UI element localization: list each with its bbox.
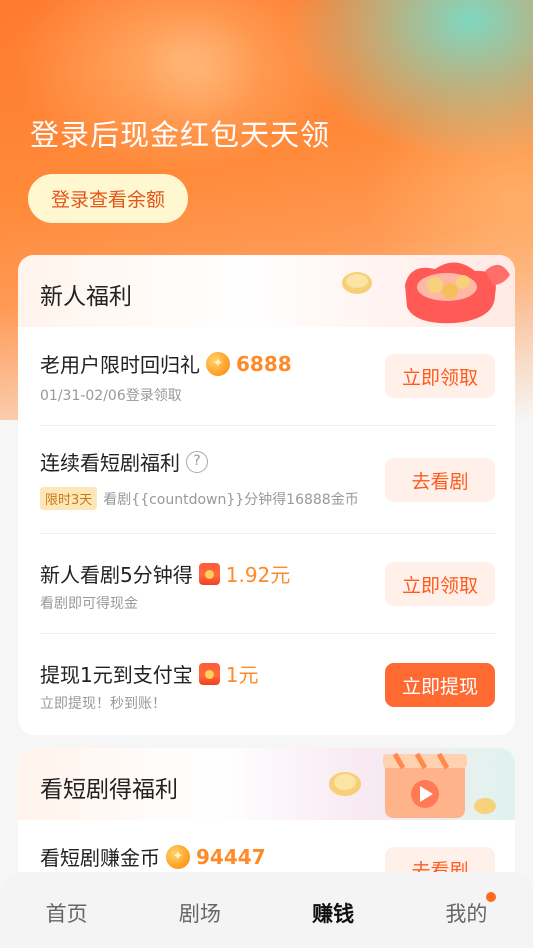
claim-now-button[interactable]: 立即领取 xyxy=(385,354,495,398)
tab-mine[interactable]: 我的 xyxy=(426,892,506,928)
notification-dot xyxy=(486,892,497,902)
help-icon[interactable]: ? xyxy=(186,450,208,473)
divider xyxy=(40,533,495,534)
item-title: 老用户限时回归礼 6888 xyxy=(40,349,292,378)
card-title: 看短剧得福利 xyxy=(40,777,178,803)
item-title: 提现1元到支付宝 1元 xyxy=(40,659,258,688)
bottom-tab-bar: 首页 剧场 赚钱 我的 xyxy=(0,872,533,948)
card-title: 新人福利 xyxy=(40,284,132,310)
tab-theater[interactable]: 剧场 xyxy=(160,898,240,928)
item-title: 连续看短剧福利 ? xyxy=(40,447,208,476)
divider xyxy=(40,633,495,634)
time-limit-badge: 限时3天 xyxy=(40,487,98,510)
item-subtitle: 看剧{{countdown}}分钟得16888金币 xyxy=(103,491,359,508)
item-subtitle: 01/31-02/06登录领取 xyxy=(40,388,182,404)
tab-earn[interactable]: 赚钱 xyxy=(293,898,373,928)
cash-amount: 1.92元 xyxy=(225,563,291,587)
item-title: 看短剧赚金币 94447 xyxy=(40,842,266,871)
red-gift-bag-icon xyxy=(342,262,510,324)
divider xyxy=(40,425,495,426)
list-item-returning-gift: 老用户限时回归礼 6888 01/31-02/06登录领取 立即领取 xyxy=(40,327,495,427)
tab-mine-label: 我的 xyxy=(445,902,488,926)
item-subtitle: 看剧即可得现金 xyxy=(40,596,138,612)
item-title: 新人看剧5分钟得 1.92元 xyxy=(40,559,290,588)
withdraw-now-button[interactable]: 立即提现 xyxy=(385,663,495,707)
tab-home[interactable]: 首页 xyxy=(27,898,107,928)
watch-drama-button[interactable]: 去看剧 xyxy=(385,458,495,502)
list-item-newbie-watch: 新人看剧5分钟得 1.92元 看剧即可得现金 立即领取 xyxy=(40,535,495,635)
clapperboard-icon xyxy=(329,752,496,818)
red-envelope-icon xyxy=(198,662,220,685)
coin-amount: 6888 xyxy=(236,351,292,376)
cash-amount: 1元 xyxy=(225,663,259,687)
login-view-balance-button[interactable]: 登录查看余额 xyxy=(28,174,188,223)
red-envelope-icon xyxy=(198,562,220,585)
item-subtitle: 立即提现！秒到账！ xyxy=(40,696,166,712)
card-header: 看短剧得福利 xyxy=(18,748,515,820)
list-item-withdraw: 提现1元到支付宝 1元 立即提现！秒到账！ 立即提现 xyxy=(40,635,495,735)
coin-amount: 94447 xyxy=(196,844,266,869)
newbie-welfare-card: 新人福利 老用户限时回归礼 6888 01/31-02/06登录领取 立即领取 … xyxy=(18,255,515,735)
item-subtitle-row: 限时3天 看剧{{countdown}}分钟得16888金币 xyxy=(40,487,359,510)
coin-icon xyxy=(166,844,190,869)
list-item-continuous-watch: 连续看短剧福利 ? 限时3天 看剧{{countdown}}分钟得16888金币… xyxy=(40,427,495,527)
hero-title: 登录后现金红包天天领 xyxy=(30,118,331,152)
coin-icon xyxy=(206,351,230,376)
card-header: 新人福利 xyxy=(18,255,515,327)
claim-now-button[interactable]: 立即领取 xyxy=(385,562,495,606)
